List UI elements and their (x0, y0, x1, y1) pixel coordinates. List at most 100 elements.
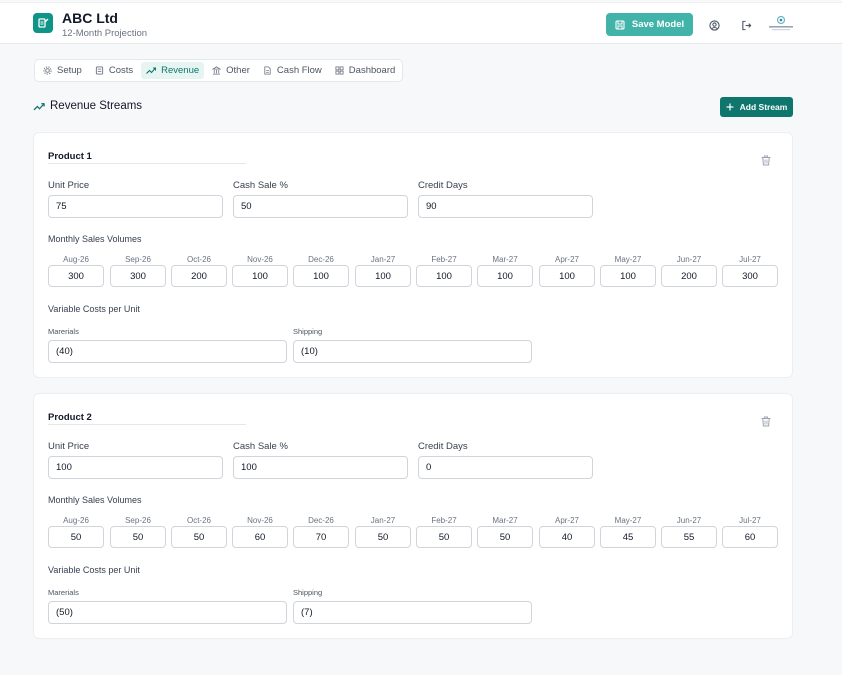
save-model-label: Save Model (631, 19, 685, 30)
month-label: Aug-26 (63, 516, 89, 525)
month-label: May-27 (614, 516, 642, 525)
volume-input[interactable]: 50 (171, 526, 227, 548)
month-label: Sep-26 (125, 516, 151, 525)
tab-dashboard[interactable]: Dashboard (330, 62, 400, 79)
shipping-cost-label: Shipping (293, 327, 323, 336)
tab-revenue-label: Revenue (161, 65, 200, 76)
bank-icon (212, 66, 222, 75)
month-label: Jun-27 (676, 255, 702, 264)
month-label: Jun-27 (676, 516, 702, 525)
month-label: Jan-27 (370, 516, 396, 525)
tab-dashboard-label: Dashboard (348, 65, 396, 76)
monthly-volumes-label: Monthly Sales Volumes (48, 495, 142, 505)
credit-days-input[interactable]: 0 (418, 456, 593, 479)
volume-input[interactable]: 50 (48, 526, 104, 548)
materials-cost-input[interactable]: (50) (48, 601, 287, 624)
volume-input[interactable]: 100 (416, 265, 472, 287)
product-name-input[interactable] (48, 412, 238, 423)
app-header: ABC Ltd 12-Month Projection Save Model (0, 2, 842, 44)
month-label: Apr-27 (554, 255, 579, 264)
monthly-volumes-label: Monthly Sales Volumes (48, 234, 142, 244)
volume-input[interactable]: 300 (48, 265, 104, 287)
product-name-input[interactable] (48, 151, 238, 162)
trending-up-icon (146, 67, 157, 74)
month-label: Dec-26 (308, 255, 334, 264)
delete-stream-button[interactable] (761, 414, 771, 427)
cash-sale-input[interactable]: 100 (233, 456, 408, 479)
volume-input[interactable]: 50 (110, 526, 166, 548)
materials-cost-label: Marerials (48, 327, 79, 336)
section-title: Revenue Streams (50, 100, 143, 112)
volume-input[interactable]: 200 (171, 265, 227, 287)
company-logo-icon (769, 15, 793, 31)
month-label: Nov-26 (247, 516, 273, 525)
delete-stream-button[interactable] (761, 153, 771, 166)
credit-days-input[interactable]: 90 (418, 195, 593, 218)
month-label: Mar-27 (492, 255, 518, 264)
shipping-cost-input[interactable]: (10) (293, 340, 532, 363)
shipping-cost-label: Shipping (293, 588, 323, 597)
unit-price-input[interactable]: 75 (48, 195, 223, 218)
volume-input[interactable]: 100 (232, 265, 288, 287)
add-stream-button[interactable]: Add Stream (720, 97, 793, 117)
unit-price-input[interactable]: 100 (48, 456, 223, 479)
month-label: Sep-26 (125, 255, 151, 264)
tab-costs[interactable]: Costs (90, 62, 138, 79)
section-header: Revenue Streams (33, 100, 142, 112)
volume-input[interactable]: 50 (355, 526, 411, 548)
volume-input[interactable]: 300 (722, 265, 778, 287)
volume-input[interactable]: 60 (232, 526, 288, 548)
save-icon (615, 19, 625, 30)
tab-other[interactable]: Other (207, 62, 255, 79)
tab-setup[interactable]: Setup (38, 62, 87, 79)
cash-sale-input[interactable]: 50 (233, 195, 408, 218)
save-model-button[interactable]: Save Model (606, 13, 693, 36)
volume-input[interactable]: 60 (722, 526, 778, 548)
volume-input[interactable]: 100 (477, 265, 533, 287)
unit-price-label: Unit Price (48, 441, 90, 452)
volume-input[interactable]: 55 (661, 526, 717, 548)
month-label: Feb-27 (431, 255, 457, 264)
main-tabs: Setup Costs Revenue Other Cash Flow Dash… (34, 59, 403, 82)
tab-cash-flow[interactable]: Cash Flow (258, 62, 327, 79)
tab-cash-flow-label: Cash Flow (276, 65, 322, 76)
cash-sale-label: Cash Sale % (233, 180, 288, 191)
volume-input[interactable]: 100 (355, 265, 411, 287)
tab-other-label: Other (226, 65, 250, 76)
materials-cost-input[interactable]: (40) (48, 340, 287, 363)
app-subtitle: 12-Month Projection (62, 28, 148, 39)
document-icon (264, 66, 271, 75)
shipping-cost-input[interactable]: (7) (293, 601, 532, 624)
trash-icon (761, 416, 771, 427)
tab-setup-label: Setup (57, 65, 82, 76)
volume-input[interactable]: 100 (600, 265, 656, 287)
volume-input[interactable]: 45 (600, 526, 656, 548)
volume-input[interactable]: 100 (539, 265, 595, 287)
volume-input[interactable]: 300 (110, 265, 166, 287)
month-label: Apr-27 (554, 516, 579, 525)
volume-input[interactable]: 50 (477, 526, 533, 548)
add-stream-label: Add Stream (739, 102, 788, 112)
volume-input[interactable]: 100 (293, 265, 349, 287)
volume-input[interactable]: 70 (293, 526, 349, 548)
grid-icon (335, 66, 344, 75)
cash-sale-label: Cash Sale % (233, 441, 288, 452)
plus-icon (726, 103, 734, 111)
volume-input[interactable]: 200 (661, 265, 717, 287)
variable-costs-label: Variable Costs per Unit (48, 565, 140, 575)
month-label: Oct-26 (186, 516, 211, 525)
logout-icon[interactable] (740, 19, 752, 31)
tab-costs-label: Costs (108, 65, 134, 76)
month-label: Jan-27 (370, 255, 396, 264)
month-label: Jul-27 (739, 255, 761, 264)
credit-days-label: Credit Days (418, 180, 468, 191)
volume-input[interactable]: 50 (416, 526, 472, 548)
month-label: Nov-26 (247, 255, 273, 264)
unit-price-label: Unit Price (48, 180, 90, 191)
month-label: Dec-26 (308, 516, 334, 525)
volume-input[interactable]: 40 (539, 526, 595, 548)
variable-costs-label: Variable Costs per Unit (48, 304, 140, 314)
app-title: ABC Ltd (62, 10, 118, 26)
tab-revenue[interactable]: Revenue (141, 62, 205, 79)
user-icon[interactable] (708, 19, 720, 31)
